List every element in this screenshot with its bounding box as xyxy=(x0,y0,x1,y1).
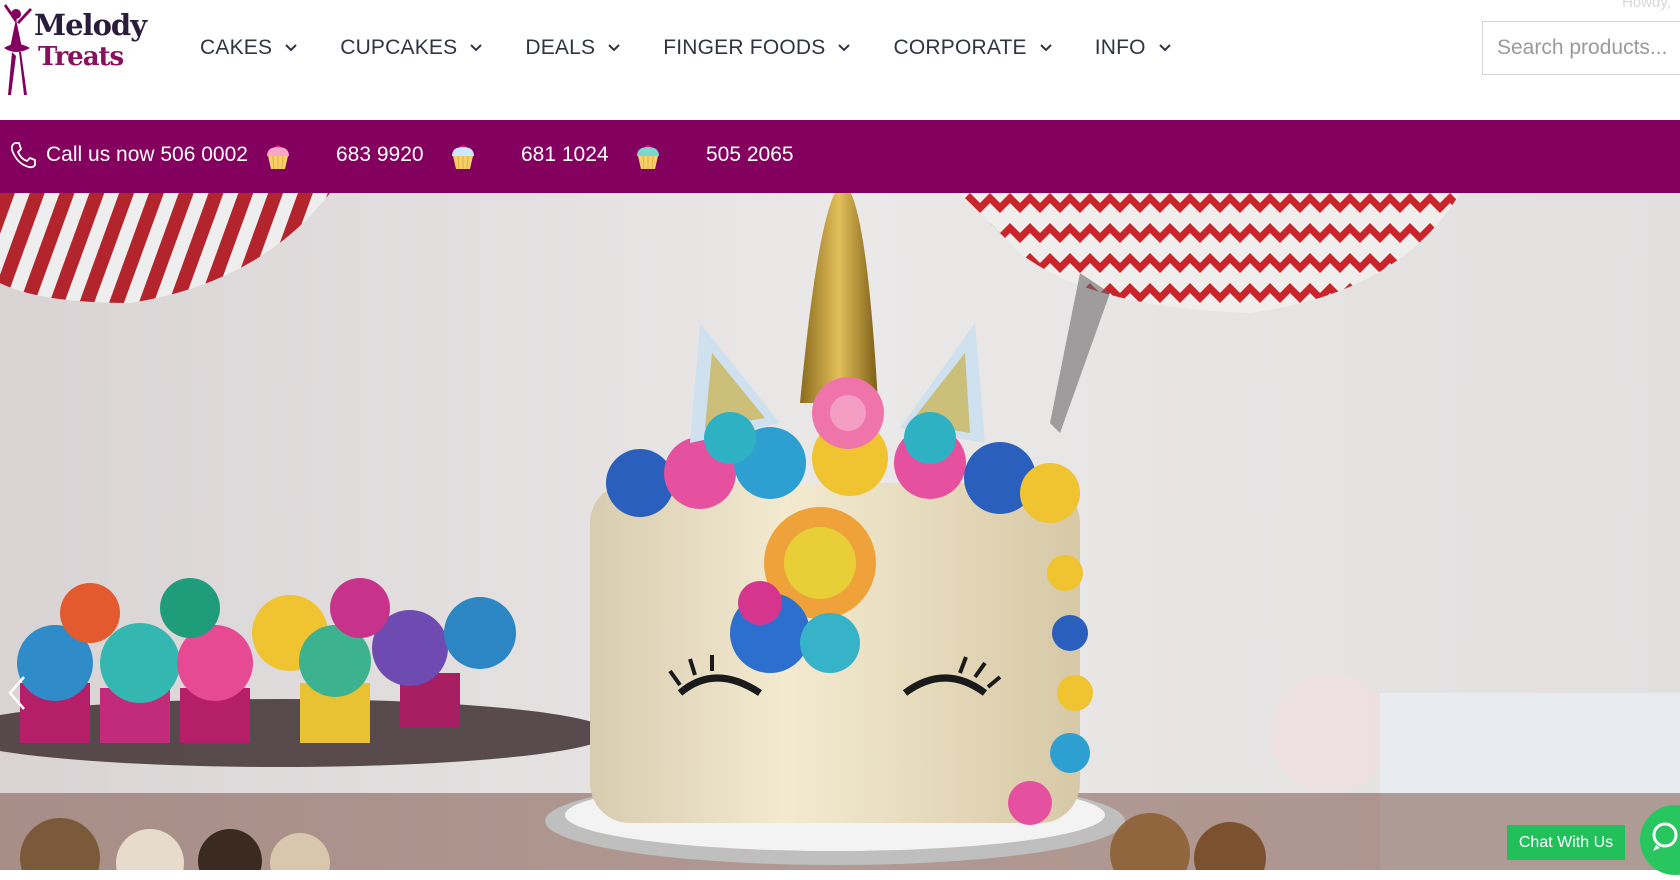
cupcake-icon xyxy=(267,145,289,170)
nav-label: CAKES xyxy=(200,36,273,59)
site-logo[interactable]: Melody Treats xyxy=(0,0,147,100)
phone-number-3[interactable]: 681 1024 xyxy=(521,143,609,167)
howdy-text[interactable]: Howdy, xyxy=(1622,0,1671,11)
site-header: Melody Treats CAKES CUPCAKES DEALS FINGE… xyxy=(0,0,1680,120)
chevron-down-icon xyxy=(1040,44,1052,52)
chevron-down-icon xyxy=(838,44,851,52)
chevron-down-icon xyxy=(1158,44,1171,52)
nav-item-cakes[interactable]: CAKES xyxy=(200,36,298,60)
phone-icon xyxy=(10,142,36,169)
chevron-down-icon xyxy=(470,44,483,52)
chat-with-us-button[interactable]: Chat With Us xyxy=(1507,825,1625,860)
nav-label: CORPORATE xyxy=(893,36,1027,59)
nav-item-corporate[interactable]: CORPORATE xyxy=(893,36,1052,60)
logo-text-melody: Melody xyxy=(34,8,147,42)
cupcake-icon xyxy=(452,145,474,170)
chevron-down-icon xyxy=(608,44,620,52)
nav-item-deals[interactable]: DEALS xyxy=(525,36,621,60)
nav-label: INFO xyxy=(1094,36,1146,59)
search-box xyxy=(1482,21,1680,75)
phone-number-4[interactable]: 505 2065 xyxy=(706,143,794,167)
nav-label: DEALS xyxy=(525,36,596,59)
main-nav: CAKES CUPCAKES DEALS FINGER FOODS CORPOR… xyxy=(200,36,1214,60)
logo-text-treats: Treats xyxy=(38,42,124,72)
search-input[interactable] xyxy=(1495,35,1680,61)
chevron-left-icon[interactable] xyxy=(6,673,28,713)
cupcake-icon xyxy=(637,145,659,170)
whatsapp-icon xyxy=(1652,822,1678,851)
nav-item-finger-foods[interactable]: FINGER FOODS xyxy=(663,36,851,60)
phone-bar: Call us now 506 0002 683 9920 681 1024 5… xyxy=(0,120,1680,193)
hero-image xyxy=(0,193,1680,870)
nav-item-info[interactable]: INFO xyxy=(1095,36,1172,60)
nav-label: FINGER FOODS xyxy=(663,36,826,59)
call-us-number[interactable]: Call us now 506 0002 xyxy=(46,143,248,167)
phone-number-2[interactable]: 683 9920 xyxy=(336,143,424,167)
hero-slider xyxy=(0,193,1680,870)
whatsapp-button[interactable] xyxy=(1640,805,1680,875)
nav-label: CUPCAKES xyxy=(340,36,458,59)
nav-item-cupcakes[interactable]: CUPCAKES xyxy=(340,36,483,60)
chevron-down-icon xyxy=(285,44,297,52)
